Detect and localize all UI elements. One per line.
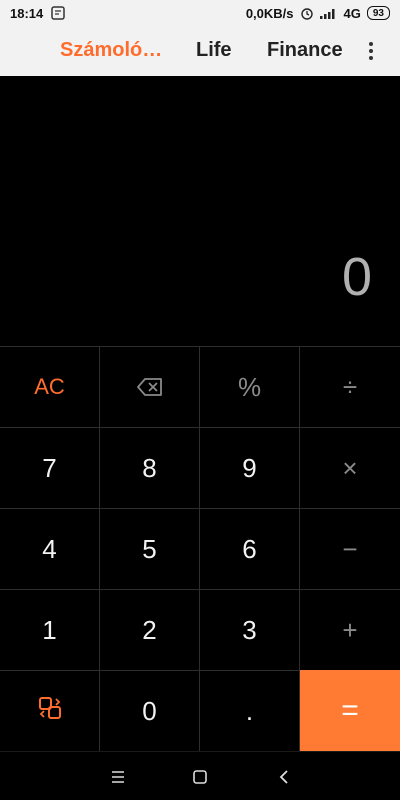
backspace-icon <box>136 372 163 403</box>
keypad: AC % ÷ 7 8 9 × 4 5 6 − 1 2 3 + 0 . = <box>0 346 400 751</box>
equals-button[interactable]: = <box>300 670 400 751</box>
digit-2-button[interactable]: 2 <box>100 589 200 670</box>
battery-level: 93 <box>372 7 384 19</box>
tab-finance[interactable]: Finance <box>267 39 343 62</box>
digit-9-button[interactable]: 9 <box>200 427 300 508</box>
digit-1-button[interactable]: 1 <box>0 589 100 670</box>
more-options-icon[interactable] <box>368 42 374 60</box>
digit-3-button[interactable]: 3 <box>200 589 300 670</box>
tab-calculator[interactable]: Számoló… <box>60 39 162 62</box>
digit-5-button[interactable]: 5 <box>100 508 200 589</box>
signal-icon <box>319 7 338 19</box>
digit-8-button[interactable]: 8 <box>100 427 200 508</box>
navigation-bar <box>0 751 400 800</box>
notification-icon <box>51 6 65 20</box>
percent-button[interactable]: % <box>200 346 300 427</box>
calculator-display: 0 <box>0 76 400 346</box>
alarm-icon <box>300 6 314 20</box>
tab-bar: Számoló… Life Finance <box>0 26 400 76</box>
digit-0-button[interactable]: 0 <box>100 670 200 751</box>
multiply-button[interactable]: × <box>300 427 400 508</box>
clear-button[interactable]: AC <box>0 346 100 427</box>
network-type: 4G <box>343 5 361 21</box>
battery-icon: 93 <box>366 6 390 20</box>
menu-icon[interactable] <box>107 766 129 788</box>
digit-4-button[interactable]: 4 <box>0 508 100 589</box>
convert-icon <box>37 695 63 728</box>
digit-6-button[interactable]: 6 <box>200 508 300 589</box>
status-bar: 18:14 0,0KB/s 4G 93 <box>0 0 400 26</box>
plus-button[interactable]: + <box>300 589 400 670</box>
display-value: 0 <box>341 247 372 307</box>
decimal-button[interactable]: . <box>200 670 300 751</box>
network-speed: 0,0KB/s <box>245 5 294 21</box>
convert-button[interactable] <box>0 670 100 751</box>
minus-button[interactable]: − <box>300 508 400 589</box>
divide-button[interactable]: ÷ <box>300 346 400 427</box>
back-icon[interactable] <box>273 766 295 788</box>
home-icon[interactable] <box>189 766 211 788</box>
status-time: 18:14 <box>10 5 44 21</box>
digit-7-button[interactable]: 7 <box>0 427 100 508</box>
backspace-button[interactable] <box>100 346 200 427</box>
tab-life[interactable]: Life <box>196 39 232 62</box>
